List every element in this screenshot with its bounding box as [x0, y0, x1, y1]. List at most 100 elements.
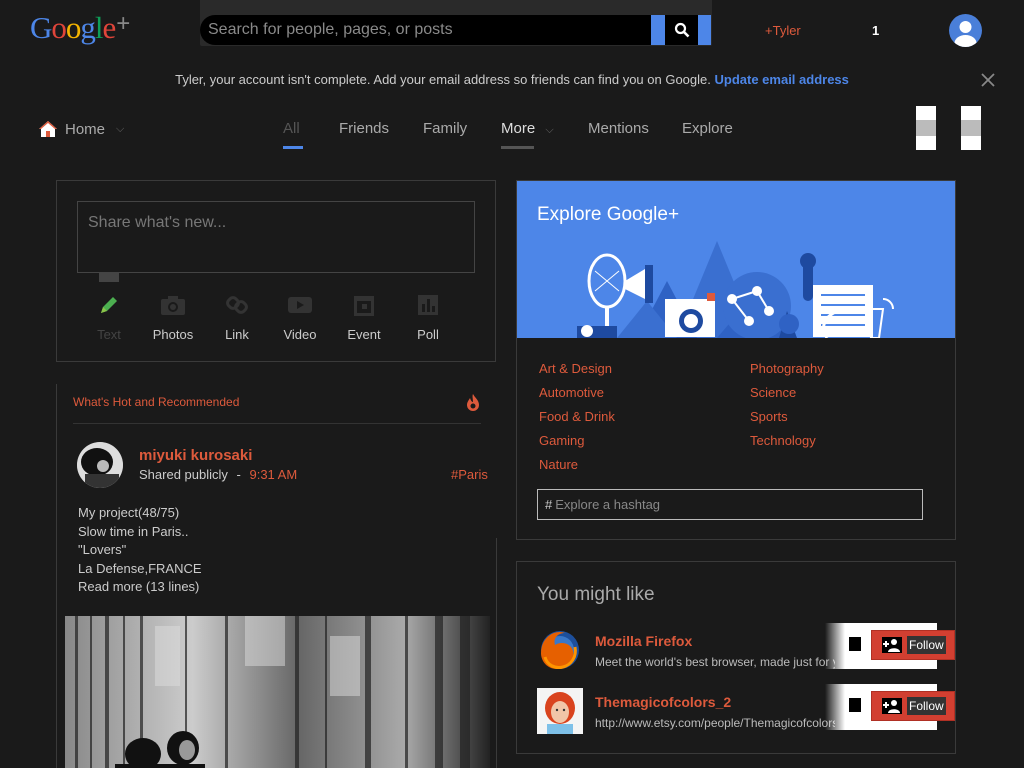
post-visibility[interactable]: Shared publicly: [139, 467, 228, 482]
follow-marker: [849, 637, 861, 651]
avatar[interactable]: [77, 442, 123, 488]
share-video-button[interactable]: Video: [275, 293, 325, 342]
active-tab-indicator: [283, 146, 303, 149]
account-avatar[interactable]: [949, 14, 982, 47]
post-line: La Defense,FRANCE: [78, 560, 202, 576]
share-action-label: Link: [225, 327, 249, 342]
post-time-link[interactable]: 9:31 AM: [249, 467, 297, 482]
category-link[interactable]: Art & Design: [539, 361, 612, 376]
whats-hot-card: What's Hot and Recommended miyuki kurosa…: [56, 384, 497, 768]
category-link[interactable]: Technology: [750, 433, 816, 448]
update-email-link[interactable]: Update email address: [715, 72, 849, 87]
tab-family[interactable]: Family: [423, 120, 467, 137]
user-silhouette-icon: [954, 21, 977, 47]
share-box-card: Share what's new... Text Photos Link Vid…: [56, 180, 496, 362]
search-accent-left: [651, 15, 665, 45]
add-person-icon: [882, 698, 902, 714]
hashtag-placeholder: Explore a hashtag: [555, 497, 661, 512]
logo-letter: e: [102, 10, 117, 45]
share-action-label: Photos: [152, 327, 194, 342]
add-person-icon: [882, 637, 902, 653]
search-bar: [200, 0, 712, 46]
logo-letter: o: [51, 10, 66, 45]
more-tab-underline: [501, 146, 534, 149]
account-notice: Tyler, your account isn't complete. Add …: [0, 72, 1024, 96]
hashtag-search-input[interactable]: # Explore a hashtag: [537, 489, 923, 520]
flame-icon: [465, 393, 481, 416]
share-text-button[interactable]: Text: [84, 293, 134, 342]
home-label: Home: [65, 120, 106, 138]
poll-icon: [418, 295, 438, 315]
hashtag-prefix: #: [545, 497, 553, 512]
follow-label: Follow: [907, 636, 946, 654]
logo-plus: +: [116, 10, 130, 37]
tab-friends[interactable]: Friends: [339, 120, 389, 137]
suggestion-name-link[interactable]: Mozilla Firefox: [595, 633, 692, 649]
whats-hot-title[interactable]: What's Hot and Recommended: [73, 395, 239, 409]
category-link[interactable]: Gaming: [539, 433, 585, 448]
suggestion-description: Meet the world's best browser, made just…: [595, 655, 835, 669]
close-icon[interactable]: [981, 73, 997, 89]
top-bar: Google+ +Tyler 1: [0, 0, 1024, 62]
share-action-label: Poll: [417, 327, 439, 342]
google-plus-logo[interactable]: Google+: [30, 10, 130, 46]
follow-button[interactable]: Follow: [871, 630, 955, 660]
explore-hero-banner[interactable]: Explore Google+: [517, 181, 955, 338]
camera-icon: [161, 296, 185, 315]
share-action-label: Text: [97, 327, 121, 342]
notification-count[interactable]: 1: [872, 23, 879, 38]
logo-letter: l: [94, 10, 104, 45]
divider: [73, 423, 481, 424]
tab-explore[interactable]: Explore: [682, 120, 733, 137]
pencil-icon: [101, 297, 117, 313]
suggestion-description: http://www.etsy.com/people/Themagicofcol…: [595, 716, 835, 730]
post-line: Slow time in Paris..: [78, 523, 189, 539]
category-link[interactable]: Science: [750, 385, 796, 400]
calendar-icon: [354, 296, 374, 316]
share-box-notch: [99, 272, 119, 282]
firefox-avatar[interactable]: [537, 627, 583, 673]
tab-more-label: More: [501, 120, 536, 137]
share-event-button[interactable]: Event: [339, 293, 389, 342]
tab-mentions[interactable]: Mentions: [588, 120, 649, 137]
post-author-link[interactable]: miyuki kurosaki: [139, 447, 252, 464]
follow-button[interactable]: Follow: [871, 691, 955, 721]
category-link[interactable]: Automotive: [539, 385, 604, 400]
suggestion-name-link[interactable]: Themagicofcolors_2: [595, 694, 731, 710]
follow-label: Follow: [907, 697, 946, 715]
post-meta-separator: -: [236, 467, 241, 482]
tab-all[interactable]: All: [283, 120, 300, 137]
link-icon: [226, 296, 248, 314]
explore-card: Explore Google+ Art & Design Automotive …: [516, 180, 956, 540]
logo-letter: g: [80, 10, 95, 45]
tab-more[interactable]: More ⌵: [501, 120, 554, 137]
search-icon: [674, 22, 689, 38]
follow-area: Follow: [825, 623, 955, 669]
explore-illustration: [577, 241, 894, 338]
profile-name-link[interactable]: +Tyler: [765, 23, 801, 38]
view-toggle-button[interactable]: [916, 106, 936, 150]
view-toggle-button[interactable]: [961, 106, 981, 150]
logo-letter: o: [65, 10, 81, 45]
post-hashtag-link[interactable]: #Paris: [451, 467, 488, 482]
read-more-link[interactable]: Read more (13 lines): [78, 578, 202, 597]
search-button[interactable]: [665, 15, 698, 45]
follow-area: Follow: [825, 684, 955, 730]
follow-marker: [849, 698, 861, 712]
post-photo[interactable]: [65, 616, 490, 768]
post-body: My project(48/75) Slow time in Paris.. "…: [78, 504, 202, 597]
share-photos-button[interactable]: Photos: [148, 293, 198, 342]
notice-text: Tyler, your account isn't complete. Add …: [175, 72, 711, 87]
search-input[interactable]: [200, 15, 651, 45]
category-link[interactable]: Nature: [539, 457, 578, 472]
category-link[interactable]: Food & Drink: [539, 409, 615, 424]
share-input[interactable]: Share what's new...: [77, 201, 475, 273]
category-link[interactable]: Sports: [750, 409, 788, 424]
home-menu[interactable]: Home ⌵: [38, 120, 124, 138]
avatar[interactable]: [537, 688, 583, 734]
share-poll-button[interactable]: Poll: [403, 293, 453, 342]
logo-letter: G: [30, 10, 52, 45]
share-link-button[interactable]: Link: [212, 293, 262, 342]
divider: [496, 538, 497, 768]
category-link[interactable]: Photography: [750, 361, 824, 376]
